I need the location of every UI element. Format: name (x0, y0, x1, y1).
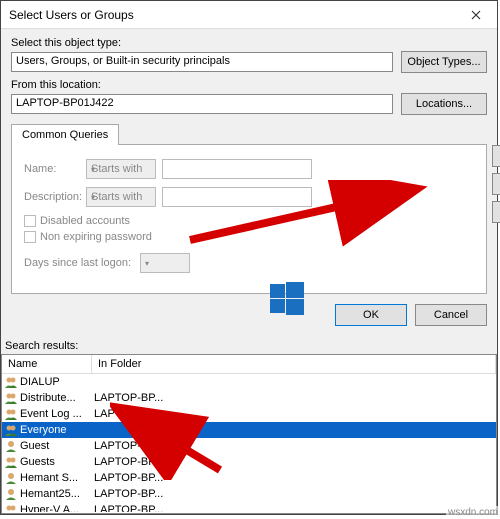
row-folder: LAPTOP-BP... (94, 472, 163, 484)
row-folder: LAPTOP-BP... (94, 456, 163, 468)
grid-body[interactable]: DIALUPDistribute...LAPTOP-BP...Event Log… (2, 374, 496, 512)
row-name: Guests (20, 456, 94, 468)
location-input[interactable]: LAPTOP-BP01J422 (11, 94, 393, 114)
name-filter-label: Name: (24, 163, 80, 175)
grid-header: Name In Folder (2, 355, 496, 374)
row-name: DIALUP (20, 376, 94, 388)
stop-button[interactable]: Stop (492, 201, 500, 223)
row-folder: LAPTOP-BP... (94, 392, 163, 404)
locations-button[interactable]: Locations... (401, 93, 487, 115)
row-name: Hemant25... (20, 488, 94, 500)
user-icon (4, 439, 18, 453)
header-name[interactable]: Name (2, 355, 92, 373)
group-icon (4, 407, 18, 421)
results-grid: Name In Folder DIALUPDistribute...LAPTOP… (1, 354, 497, 514)
object-type-label: Select this object type: (11, 37, 487, 49)
table-row[interactable]: Everyone (2, 422, 496, 438)
table-row[interactable]: DIALUP (2, 374, 496, 390)
table-row[interactable]: Distribute...LAPTOP-BP... (2, 390, 496, 406)
table-row[interactable]: Hemant S...LAPTOP-BP... (2, 470, 496, 486)
dialog-body: Select this object type: Users, Groups, … (1, 29, 497, 336)
row-folder: LAPTOP-BP... (94, 504, 163, 512)
watermark: wsxdn.com (446, 506, 500, 519)
row-name: Event Log ... (20, 408, 94, 420)
group-icon (4, 455, 18, 469)
close-button[interactable] (455, 1, 497, 29)
tab-strip: Common Queries Columns... Find Now Stop … (11, 123, 487, 294)
columns-button[interactable]: Columns... (492, 145, 500, 167)
object-type-input[interactable]: Users, Groups, or Built-in security prin… (11, 52, 393, 72)
titlebar: Select Users or Groups (1, 1, 497, 29)
overlay-logo (270, 282, 304, 316)
days-since-logon-label: Days since last logon: (24, 257, 134, 269)
desc-filter-input[interactable] (162, 187, 312, 207)
header-folder[interactable]: In Folder (92, 355, 496, 373)
row-folder: LAPTOP-BP... (94, 488, 163, 500)
desc-filter-label: Description: (24, 191, 80, 203)
group-icon (4, 375, 18, 389)
group-icon (4, 391, 18, 405)
cancel-button[interactable]: Cancel (415, 304, 487, 326)
user-icon (4, 487, 18, 501)
windows-logo-icon (270, 282, 304, 316)
close-icon (471, 10, 481, 20)
table-row[interactable]: Hemant25...LAPTOP-BP... (2, 486, 496, 502)
tab-common-queries[interactable]: Common Queries (11, 124, 119, 145)
row-folder: LAPTOP-BP... (94, 440, 163, 452)
group-icon (4, 503, 18, 512)
dialog-window: Select Users or Groups Select this objec… (0, 0, 498, 515)
object-types-button[interactable]: Object Types... (401, 51, 487, 73)
row-name: Hemant S... (20, 472, 94, 484)
row-folder: LAPTOP-BP... (94, 408, 163, 420)
disabled-accounts-label: Disabled accounts (40, 215, 130, 227)
table-row[interactable]: GuestsLAPTOP-BP... (2, 454, 496, 470)
name-filter-input[interactable] (162, 159, 312, 179)
ok-button[interactable]: OK (335, 304, 407, 326)
table-row[interactable]: Event Log ...LAPTOP-BP... (2, 406, 496, 422)
row-name: Distribute... (20, 392, 94, 404)
search-results-label: Search results: (1, 336, 497, 354)
name-filter-combo[interactable]: Starts with▾ (86, 159, 156, 179)
dialog-buttons: OK Cancel (11, 304, 487, 326)
user-icon (4, 471, 18, 485)
group-icon (4, 423, 18, 437)
days-since-logon-combo[interactable]: ▾ (140, 253, 190, 273)
desc-filter-combo[interactable]: Starts with▾ (86, 187, 156, 207)
table-row[interactable]: Hyper-V A...LAPTOP-BP... (2, 502, 496, 512)
tab-body: Columns... Find Now Stop Name: Starts wi… (11, 144, 487, 294)
row-name: Hyper-V A... (20, 504, 94, 512)
non-expiring-password-checkbox[interactable] (24, 231, 36, 243)
row-name: Everyone (20, 424, 94, 436)
chevron-down-icon: ▾ (145, 259, 153, 268)
find-now-button[interactable]: Find Now (492, 173, 500, 195)
location-label: From this location: (11, 79, 487, 91)
window-title: Select Users or Groups (9, 8, 134, 22)
disabled-accounts-checkbox[interactable] (24, 215, 36, 227)
non-expiring-password-label: Non expiring password (40, 231, 152, 243)
row-name: Guest (20, 440, 94, 452)
table-row[interactable]: GuestLAPTOP-BP... (2, 438, 496, 454)
